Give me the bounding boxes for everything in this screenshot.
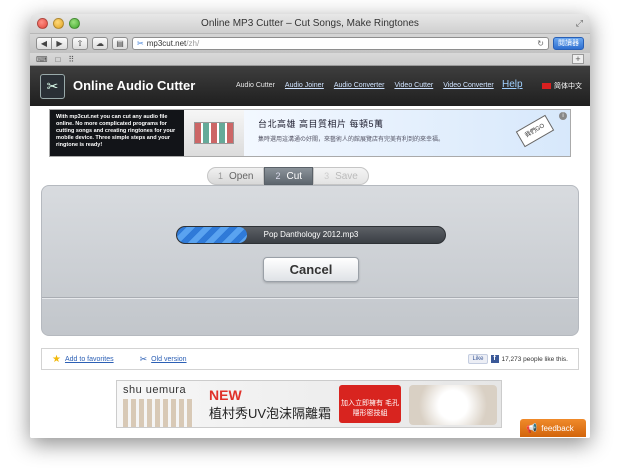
ad-image [184,110,244,156]
nav-audio-joiner[interactable]: Audio Joiner [285,82,324,89]
ad-thumbnails [194,122,234,144]
book-icon[interactable]: □ [56,55,61,64]
step-number: 1 [218,171,224,181]
cancel-button[interactable]: Cancel [263,257,359,282]
step-label: Open [229,170,254,182]
step-open[interactable]: 1 Open [207,167,265,185]
facebook-like-button[interactable]: Like [468,354,488,364]
facebook-icon: f [490,355,499,363]
scissors-icon: ✂ [139,353,148,364]
ad-product-image [123,399,193,427]
site-header: ✂ Online Audio Cutter Audio Cutter Audio… [30,66,590,106]
fullscreen-icon[interactable]: ⤢ [576,18,583,29]
title-bar: Online MP3 Cutter – Cut Songs, Make Ring… [30,14,590,34]
ad-decoration-image [409,385,497,425]
feedback-label: feedback [541,423,574,433]
feedback-button[interactable]: 📢 feedback [520,419,586,437]
ad-promo-button[interactable]: 加入立即擁有 毛孔隱形密技組 [339,385,401,423]
new-tab-button[interactable]: + [572,54,584,64]
language-selector[interactable]: 简体中文 [542,81,582,91]
old-version-link[interactable]: Old version [151,356,186,363]
china-flag-icon [542,83,551,89]
extension-icon[interactable]: ▤ [112,37,128,50]
nav-video-converter[interactable]: Video Converter [443,82,493,89]
nav-video-cutter[interactable]: Video Cutter [394,82,433,89]
bookmarks-bar: ⌨ □ ⠿ + [30,53,590,66]
ad-new-label: NEW [209,387,242,403]
site-intro-text: With mp3cut.net you can cut any audio fi… [50,110,184,156]
add-to-favorites-link[interactable]: Add to favorites [65,356,114,363]
icloud-icon[interactable]: ☁ [92,37,108,50]
star-icon: ★ [52,353,61,365]
step-number: 2 [275,171,281,181]
ad-headline: 台北高雄 高目質相片 每頓5萬 [258,119,384,129]
ad-cta-button[interactable]: 我們GO [515,114,555,148]
panel-divider [42,297,578,298]
share-button[interactable]: ⇧ [72,37,88,50]
work-panel: Pop Danthology 2012.mp3 Cancel [41,185,579,336]
facebook-like: Like f 17,273 people like this. [468,354,568,364]
site-favicon-icon: ✂ [137,39,144,48]
browser-toolbar: ◀ ▶ ⇧ ☁ ▤ ✂ mp3cut.net /zh/ ↻ 閱讀器 [30,34,590,53]
ad-product-name: 植村秀UV泡沫隔離霜 [209,406,332,421]
site-name[interactable]: Online Audio Cutter [73,78,195,93]
help-link[interactable]: Help [502,79,523,90]
forward-button[interactable]: ▶ [52,37,68,50]
ad-info-icon[interactable]: i [559,112,567,120]
browser-window: Online MP3 Cutter – Cut Songs, Make Ring… [30,14,590,438]
step-number: 3 [324,171,330,181]
reader-button[interactable]: 閱讀器 [553,37,584,50]
url-path: /zh/ [186,39,200,48]
nav-audio-converter[interactable]: Audio Converter [334,82,385,89]
url-domain: mp3cut.net [146,39,187,48]
like-count: 17,273 people like this. [501,355,569,363]
top-ad-banner[interactable]: With mp3cut.net you can cut any audio fi… [49,109,571,157]
nav-buttons: ◀ ▶ [36,37,68,50]
progress-filename: Pop Danthology 2012.mp3 [263,230,359,239]
window-title: Online MP3 Cutter – Cut Songs, Make Ring… [201,18,419,29]
nav-audio-cutter[interactable]: Audio Cutter [236,82,275,89]
ad-brand: shu uemura [123,384,187,396]
bottom-ad-banner[interactable]: shu uemura NEW 植村秀UV泡沫隔離霜 加入立即擁有 毛孔隱形密技組 [116,380,502,428]
site-nav: Audio Cutter Audio Joiner Audio Converte… [236,82,494,89]
reload-icon[interactable]: ↻ [537,39,544,48]
megaphone-icon: 📢 [526,422,538,433]
language-label: 简体中文 [554,83,582,90]
upload-progress-bar: Pop Danthology 2012.mp3 [176,226,446,244]
step-save: 3 Save [313,167,369,185]
address-bar[interactable]: ✂ mp3cut.net /zh/ ↻ [132,37,549,50]
step-label: Cut [286,170,303,182]
scissors-logo-icon[interactable]: ✂ [40,74,65,99]
grid-icon[interactable]: ⠿ [68,55,74,64]
ad-content: 台北高雄 高目質相片 每頓5萬 集時選用這溝通の好關，來藝術人的館展覽店有完美有… [244,110,570,156]
step-label: Save [335,170,358,182]
step-indicator: 1 Open 2 Cut 3 Save [207,167,369,185]
web-page: ✂ Online Audio Cutter Audio Cutter Audio… [30,66,590,438]
back-button[interactable]: ◀ [36,37,52,50]
footer-bar: ★ Add to favorites ✂ Old version Like f … [41,348,579,370]
ad-subline: 集時選用這溝通の好關，來藝術人的館展覽店有完美有利到的來幸福。 [258,137,445,143]
keyboard-icon[interactable]: ⌨ [36,55,48,64]
step-cut: 2 Cut [264,167,314,185]
